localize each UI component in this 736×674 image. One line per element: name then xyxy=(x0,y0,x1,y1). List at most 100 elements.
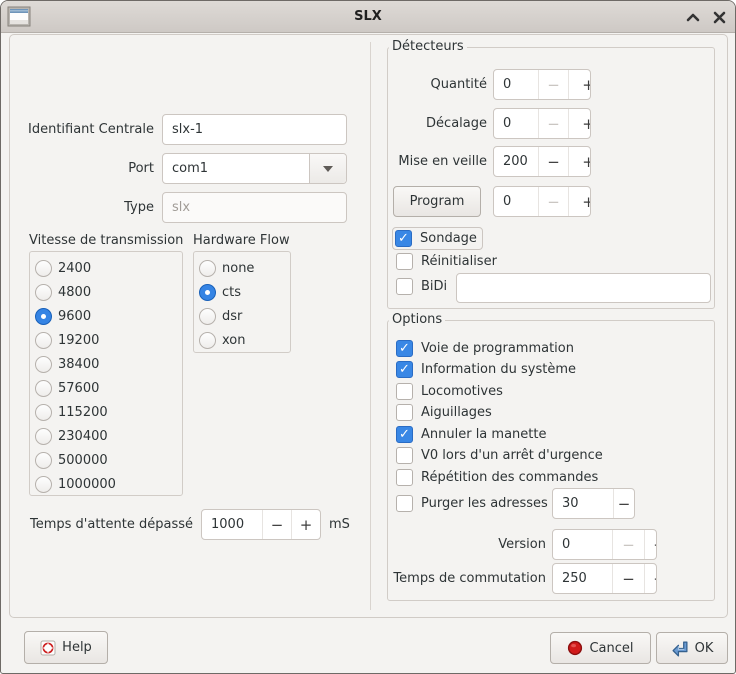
purge-spinbox[interactable]: 30 − xyxy=(552,488,635,519)
version-spinbox[interactable]: 0 − + xyxy=(552,529,657,560)
radio-500000-label[interactable]: 500000 xyxy=(58,452,108,469)
system-info-row[interactable]: Information du système xyxy=(396,361,576,378)
radio-57600[interactable] xyxy=(35,380,52,397)
shade-button[interactable] xyxy=(683,9,703,25)
cancel-throttle-label[interactable]: Annuler la manette xyxy=(421,427,546,442)
v0-estop-label[interactable]: V0 lors d'un arrêt d'urgence xyxy=(421,448,603,463)
v0-estop-checkbox[interactable] xyxy=(396,447,413,464)
type-label: Type xyxy=(124,200,154,215)
timeout-increment-button[interactable]: + xyxy=(291,510,320,539)
program-increment-button[interactable]: + xyxy=(568,187,590,216)
quantity-decrement-button[interactable]: − xyxy=(538,70,568,99)
locomotives-label[interactable]: Locomotives xyxy=(421,384,503,399)
reset-checkbox[interactable] xyxy=(396,253,413,270)
radio-500000[interactable] xyxy=(35,452,52,469)
quantity-increment-button[interactable]: + xyxy=(568,70,590,99)
program-button[interactable]: Program xyxy=(393,186,481,217)
timeout-spinbox[interactable]: 1000 − + xyxy=(201,509,321,540)
radio-none[interactable] xyxy=(199,260,216,277)
bidi-checkbox[interactable] xyxy=(396,278,413,295)
program-spinbox[interactable]: 0 − + xyxy=(493,186,591,217)
radio-1000000-label[interactable]: 1000000 xyxy=(58,476,116,493)
central-id-input[interactable]: slx-1 xyxy=(162,114,347,145)
radio-none-label[interactable]: none xyxy=(222,260,254,277)
radio-9600-label[interactable]: 9600 xyxy=(58,308,91,325)
switch-time-decrement-button[interactable]: − xyxy=(612,564,644,593)
cancel-throttle-checkbox[interactable] xyxy=(396,426,413,443)
quantity-spinbox[interactable]: 0 − + xyxy=(493,69,591,100)
offset-decrement-button[interactable]: − xyxy=(538,109,568,138)
radio-cts-label[interactable]: cts xyxy=(222,284,241,301)
version-decrement-button[interactable]: − xyxy=(612,530,644,559)
program-track-row[interactable]: Voie de programmation xyxy=(396,340,574,357)
system-info-checkbox[interactable] xyxy=(396,361,413,378)
sondage-checkbox-row[interactable]: Sondage xyxy=(392,227,483,250)
radio-dsr[interactable] xyxy=(199,308,216,325)
switches-checkbox[interactable] xyxy=(396,404,413,421)
ok-button[interactable]: OK xyxy=(656,632,728,664)
command-repeat-row[interactable]: Répétition des commandes xyxy=(396,469,598,486)
radio-38400-label[interactable]: 38400 xyxy=(58,356,99,373)
radio-57600-label[interactable]: 57600 xyxy=(58,380,99,397)
reset-label[interactable]: Réinitialiser xyxy=(421,254,497,269)
switch-time-spinbox[interactable]: 250 − + xyxy=(552,563,657,594)
radio-115200[interactable] xyxy=(35,404,52,421)
switch-time-label: Temps de commutation xyxy=(393,571,546,586)
offset-increment-button[interactable]: + xyxy=(568,109,590,138)
radio-xon-label[interactable]: xon xyxy=(222,332,246,349)
purge-decrement-button[interactable]: − xyxy=(613,489,634,518)
radio-dsr-label[interactable]: dsr xyxy=(222,308,242,325)
switches-label[interactable]: Aiguillages xyxy=(421,405,492,420)
v0-estop-row[interactable]: V0 lors d'un arrêt d'urgence xyxy=(396,447,603,464)
reset-checkbox-row[interactable]: Réinitialiser xyxy=(396,253,497,270)
bidi-label[interactable]: BiDi xyxy=(421,279,447,294)
program-decrement-button[interactable]: − xyxy=(538,187,568,216)
standby-increment-button[interactable]: + xyxy=(568,147,590,176)
bidi-input[interactable] xyxy=(456,273,711,303)
program-track-label[interactable]: Voie de programmation xyxy=(421,341,574,356)
cancel-throttle-row[interactable]: Annuler la manette xyxy=(396,426,546,443)
system-info-label[interactable]: Information du système xyxy=(421,362,576,377)
radio-1000000[interactable] xyxy=(35,476,52,493)
sondage-label[interactable]: Sondage xyxy=(420,231,477,246)
locomotives-row[interactable]: Locomotives xyxy=(396,383,503,400)
purge-checkbox[interactable] xyxy=(396,495,413,512)
command-repeat-checkbox[interactable] xyxy=(396,469,413,486)
offset-spinbox[interactable]: 0 − + xyxy=(493,108,591,139)
standby-decrement-button[interactable]: − xyxy=(538,147,568,176)
radio-115200-label[interactable]: 115200 xyxy=(58,404,108,421)
purge-label[interactable]: Purger les adresses xyxy=(421,496,548,511)
version-increment-button[interactable]: + xyxy=(644,530,656,559)
radio-19200[interactable] xyxy=(35,332,52,349)
radio-4800-label[interactable]: 4800 xyxy=(58,284,91,301)
radio-19200-label[interactable]: 19200 xyxy=(58,332,99,349)
radio-cts[interactable] xyxy=(199,284,216,301)
cancel-button[interactable]: Cancel xyxy=(550,632,651,664)
radio-9600[interactable] xyxy=(35,308,52,325)
radio-4800[interactable] xyxy=(35,284,52,301)
switch-time-increment-button[interactable]: + xyxy=(644,564,656,593)
chevron-down-icon xyxy=(323,165,333,172)
timeout-decrement-button[interactable]: − xyxy=(262,510,291,539)
radio-2400-label[interactable]: 2400 xyxy=(58,260,91,277)
close-button[interactable] xyxy=(707,7,731,27)
port-combobox[interactable]: com1 xyxy=(162,153,347,184)
title-bar[interactable]: SLX xyxy=(1,1,735,33)
purge-row[interactable]: Purger les adresses xyxy=(396,495,548,512)
detectors-group-title: Détecteurs xyxy=(389,39,467,54)
locomotives-checkbox[interactable] xyxy=(396,383,413,400)
sondage-checkbox[interactable] xyxy=(395,230,412,247)
switches-row[interactable]: Aiguillages xyxy=(396,404,492,421)
port-dropdown-button[interactable] xyxy=(309,154,346,183)
radio-xon[interactable] xyxy=(199,332,216,349)
radio-2400[interactable] xyxy=(35,260,52,277)
port-label: Port xyxy=(128,161,154,176)
radio-230400-label[interactable]: 230400 xyxy=(58,428,108,445)
radio-38400[interactable] xyxy=(35,356,52,373)
program-track-checkbox[interactable] xyxy=(396,340,413,357)
radio-230400[interactable] xyxy=(35,428,52,445)
bidi-checkbox-row[interactable]: BiDi xyxy=(396,278,447,295)
command-repeat-label[interactable]: Répétition des commandes xyxy=(421,470,598,485)
standby-spinbox[interactable]: 200 − + xyxy=(493,146,591,177)
help-button[interactable]: Help xyxy=(24,631,108,664)
